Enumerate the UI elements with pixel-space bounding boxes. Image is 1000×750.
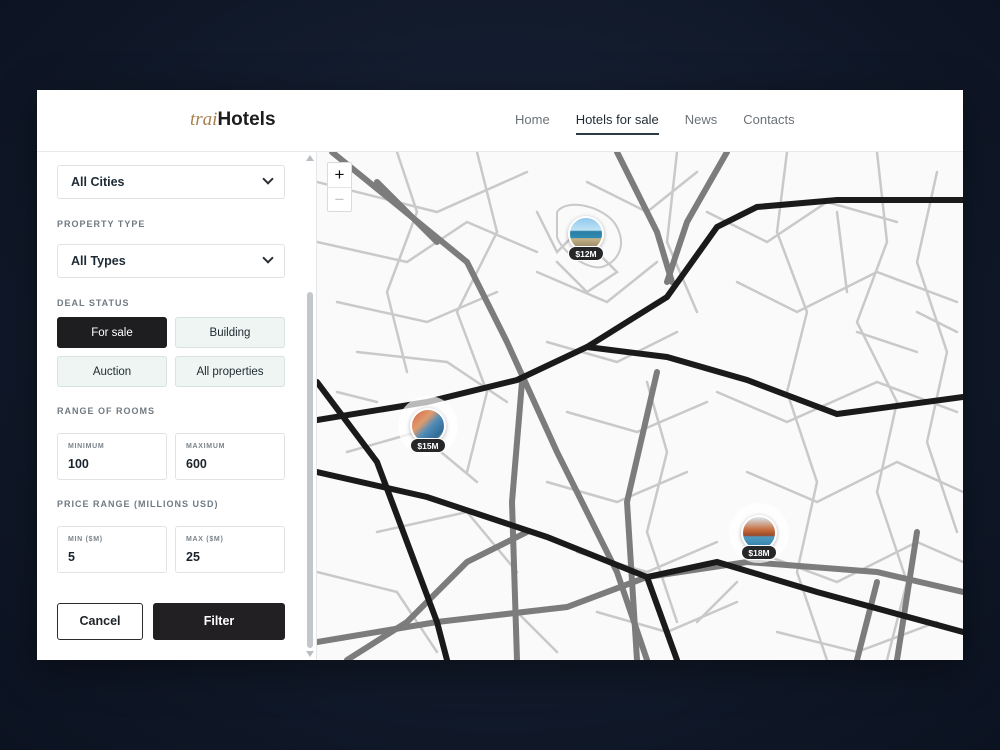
rooms-min-field[interactable]: MINIMUM 100 xyxy=(57,433,167,480)
rooms-range-label: RANGE OF ROOMS xyxy=(57,406,156,416)
map-pin-hotel[interactable]: $18M xyxy=(729,503,789,571)
map-pin-hotel[interactable]: $15M xyxy=(398,396,458,464)
price-max-field[interactable]: MAX ($M) 25 xyxy=(175,526,285,573)
rooms-min-value: 100 xyxy=(68,457,89,471)
price-tag: $15M xyxy=(410,438,446,453)
main-nav: Home Hotels for sale News Contacts xyxy=(515,112,821,135)
property-type-label: PROPERTY TYPE xyxy=(57,219,146,229)
nav-hotels-for-sale[interactable]: Hotels for sale xyxy=(575,112,659,135)
price-range-label: PRICE RANGE (MILLIONS USD) xyxy=(57,499,219,509)
zoom-out-button[interactable]: − xyxy=(328,187,351,211)
map-pin-hotel[interactable]: $12M xyxy=(564,212,608,272)
price-tag: $18M xyxy=(741,545,777,560)
chevron-down-icon xyxy=(262,173,274,185)
scrollbar-thumb[interactable] xyxy=(307,292,313,648)
map-view[interactable]: + − $12M $15M $18M xyxy=(317,152,963,660)
deal-status-for-sale[interactable]: For sale xyxy=(57,317,167,348)
deal-status-all-properties[interactable]: All properties xyxy=(175,356,285,387)
filter-sidebar: All Cities PROPERTY TYPE All Types DEAL … xyxy=(37,152,317,660)
price-min-caption: MIN ($M) xyxy=(68,536,103,543)
brand-prefix: trai xyxy=(190,109,218,130)
city-select[interactable]: All Cities xyxy=(57,165,285,199)
price-min-field[interactable]: MIN ($M) 5 xyxy=(57,526,167,573)
top-bar: traiHotels Home Hotels for sale News Con… xyxy=(37,90,963,152)
chevron-down-icon xyxy=(262,252,274,264)
property-type-value: All Types xyxy=(71,254,126,268)
rooms-min-caption: MINIMUM xyxy=(68,443,105,450)
zoom-control: + − xyxy=(327,162,352,212)
nav-news[interactable]: News xyxy=(685,112,718,135)
cancel-button[interactable]: Cancel xyxy=(57,603,143,640)
price-max-caption: MAX ($M) xyxy=(186,536,224,543)
price-tag: $12M xyxy=(568,246,604,261)
deal-status-label: DEAL STATUS xyxy=(57,298,130,308)
price-max-value: 25 xyxy=(186,550,200,564)
rooms-max-value: 600 xyxy=(186,457,207,471)
filter-button[interactable]: Filter xyxy=(153,603,285,640)
price-min-value: 5 xyxy=(68,550,75,564)
deal-status-building[interactable]: Building xyxy=(175,317,285,348)
nav-home[interactable]: Home xyxy=(515,112,550,135)
brand-name: Hotels xyxy=(217,109,276,130)
nav-contacts[interactable]: Contacts xyxy=(743,112,794,135)
property-type-select[interactable]: All Types xyxy=(57,244,285,278)
city-select-value: All Cities xyxy=(71,175,125,189)
rooms-max-field[interactable]: MAXIMUM 600 xyxy=(175,433,285,480)
deal-status-auction[interactable]: Auction xyxy=(57,356,167,387)
rooms-max-caption: MAXIMUM xyxy=(186,443,226,450)
scroll-down-arrow-icon[interactable] xyxy=(306,651,314,657)
scroll-up-arrow-icon[interactable] xyxy=(306,155,314,161)
zoom-in-button[interactable]: + xyxy=(328,163,351,187)
brand-logo[interactable]: traiHotels xyxy=(190,109,276,131)
app-window: traiHotels Home Hotels for sale News Con… xyxy=(37,90,963,660)
sidebar-scrollbar[interactable] xyxy=(306,152,314,660)
